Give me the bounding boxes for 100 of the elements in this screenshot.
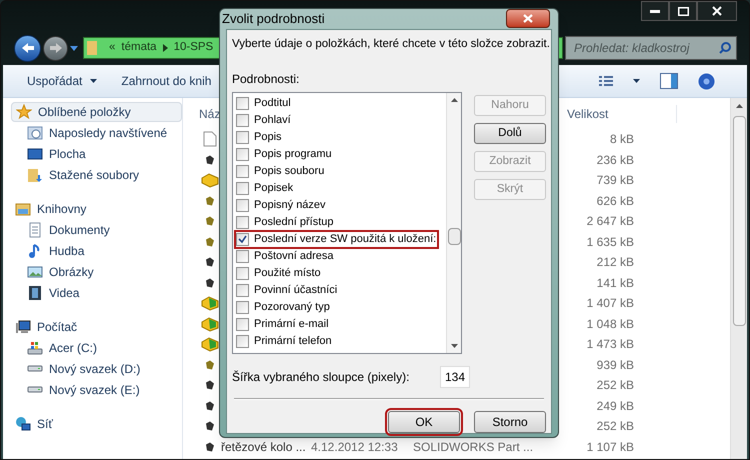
part-icon	[205, 236, 215, 247]
view-list-icon[interactable]	[599, 76, 613, 86]
sidebar-item[interactable]: Obrázky	[11, 261, 182, 282]
list-item[interactable]: Popis souboru	[235, 162, 326, 180]
close-button[interactable]	[506, 9, 550, 28]
list-item[interactable]: Použité místo	[235, 264, 323, 282]
folder-icon	[87, 40, 97, 56]
help-icon[interactable]	[698, 72, 715, 90]
toolbar-button[interactable]: Zahrnout do knih	[121, 72, 212, 90]
list-item[interactable]: Popis	[235, 128, 284, 146]
sidebar-item[interactable]: Videa	[11, 282, 182, 303]
search-field[interactable]: Prohledat: kladkostroj	[565, 36, 737, 60]
width-field[interactable]: 134	[440, 366, 470, 388]
preview-pane-icon[interactable]	[660, 73, 678, 89]
table-cell-text: 252 kB	[596, 377, 634, 394]
checkbox[interactable]	[236, 96, 249, 110]
minimize-icon	[650, 10, 660, 12]
table-cell-text: 212 kB	[596, 254, 634, 272]
monitor-icon	[27, 148, 43, 160]
scroll-down-arrow-icon[interactable]	[450, 344, 458, 348]
list-item[interactable]: Povinní účastníci	[235, 282, 340, 299]
assembly-icon	[201, 172, 219, 188]
list-item[interactable]: Poštovní adresa	[235, 248, 336, 265]
part-icon	[205, 154, 215, 165]
sidebar-item[interactable]: Nový svazek (E:)	[11, 379, 182, 400]
breadcrumb[interactable]: témata	[121, 39, 157, 57]
list-item[interactable]: Primární e-mail	[235, 316, 331, 333]
list-item[interactable]: Poslední verze SW použitá k uložení:	[235, 230, 438, 248]
sidebar-item[interactable]: Naposledy navštívené	[11, 122, 182, 143]
sidebar-item[interactable]: Počítač	[11, 317, 182, 337]
checkbox[interactable]	[236, 198, 249, 212]
forward-button[interactable]	[43, 36, 68, 60]
checkbox[interactable]	[236, 300, 249, 314]
dialog-title: Zvolit podrobnosti	[222, 10, 325, 28]
scrollbar-thumb[interactable]	[448, 228, 460, 245]
checkbox[interactable]	[236, 250, 249, 263]
scrollbar[interactable]	[446, 92, 461, 353]
breadcrumb[interactable]: «	[109, 39, 116, 57]
system-drive-icon	[27, 340, 43, 354]
table-cell-text: 1 107 kB	[586, 438, 634, 456]
sidebar-item[interactable]: Stažené soubory	[11, 164, 182, 185]
list-item[interactable]: Primární telefon	[235, 332, 334, 350]
part-icon	[205, 380, 215, 390]
checkbox[interactable]	[236, 182, 249, 195]
column-header[interactable]: Velikost	[567, 104, 677, 122]
computer-icon	[15, 319, 31, 335]
search-icon	[719, 42, 731, 54]
checkbox[interactable]	[236, 318, 249, 331]
film-icon	[29, 284, 41, 300]
dialog-button[interactable]: OK	[388, 410, 460, 433]
checkbox[interactable]	[236, 130, 249, 144]
checkbox[interactable]	[236, 216, 249, 229]
drive-icon	[27, 365, 43, 372]
sidebar-item[interactable]: Oblíbené položky	[11, 102, 182, 122]
sidebar-item[interactable]: Acer (C:)	[11, 337, 182, 358]
sidebar-item[interactable]: Knihovny	[11, 199, 182, 219]
scroll-up-arrow-icon[interactable]	[736, 104, 742, 108]
dropdown-arrow-icon[interactable]	[70, 46, 78, 50]
table-cell-text: 2 647 kB	[586, 213, 634, 230]
checkbox[interactable]	[236, 114, 249, 127]
table-cell-text: 249 kB	[596, 398, 634, 415]
network-icon	[15, 416, 31, 432]
part-icon	[205, 400, 215, 411]
part-icon	[205, 257, 215, 268]
sidebar-item[interactable]: Nový svazek (D:)	[11, 358, 182, 379]
sidebar-item[interactable]: Dokumenty	[11, 219, 182, 240]
side-button[interactable]: Dolů	[474, 122, 546, 144]
list-item[interactable]: Poslední přístup	[235, 214, 336, 231]
close-button[interactable]	[697, 1, 737, 21]
dialog-button[interactable]: Storno	[474, 410, 546, 433]
checkbox[interactable]	[236, 284, 249, 297]
table-cell-text: 1 635 kB	[586, 234, 634, 251]
sidebar-item[interactable]: Plocha	[11, 143, 182, 164]
breadcrumb[interactable]: 10-SPS	[174, 39, 214, 57]
checkbox[interactable]	[236, 232, 249, 246]
list-item[interactable]: Pozorovaný typ	[235, 298, 332, 316]
picture-icon	[27, 266, 43, 278]
checkbox[interactable]	[236, 164, 249, 178]
caret-icon	[90, 79, 98, 83]
scroll-up-arrow-icon[interactable]	[450, 98, 458, 102]
list-item[interactable]: Popisek	[235, 180, 296, 197]
maximize-button[interactable]	[669, 1, 697, 21]
column-header[interactable]: Náz	[199, 106, 220, 120]
clock-folder-icon	[27, 124, 43, 140]
toolbar-button[interactable]: Uspořádat	[27, 72, 98, 90]
list-item[interactable]: Popisný název	[235, 196, 328, 214]
checkbox[interactable]	[236, 148, 249, 161]
list-item[interactable]: Popis programu	[235, 146, 334, 163]
sidebar-item[interactable]: Hudba	[11, 240, 182, 261]
list-item[interactable]: Podtitul	[235, 94, 293, 112]
scrollbar[interactable]	[730, 98, 747, 459]
checkbox[interactable]	[236, 266, 249, 280]
minimize-button[interactable]	[641, 1, 669, 21]
scrollbar-thumb[interactable]	[732, 116, 746, 326]
checkmark-icon	[238, 234, 247, 244]
sidebar-item[interactable]: Síť	[11, 414, 182, 434]
checkbox[interactable]	[236, 334, 249, 348]
back-button[interactable]	[14, 34, 41, 62]
list-item[interactable]: Pohlaví	[235, 112, 293, 129]
caret-icon[interactable]	[633, 79, 640, 83]
